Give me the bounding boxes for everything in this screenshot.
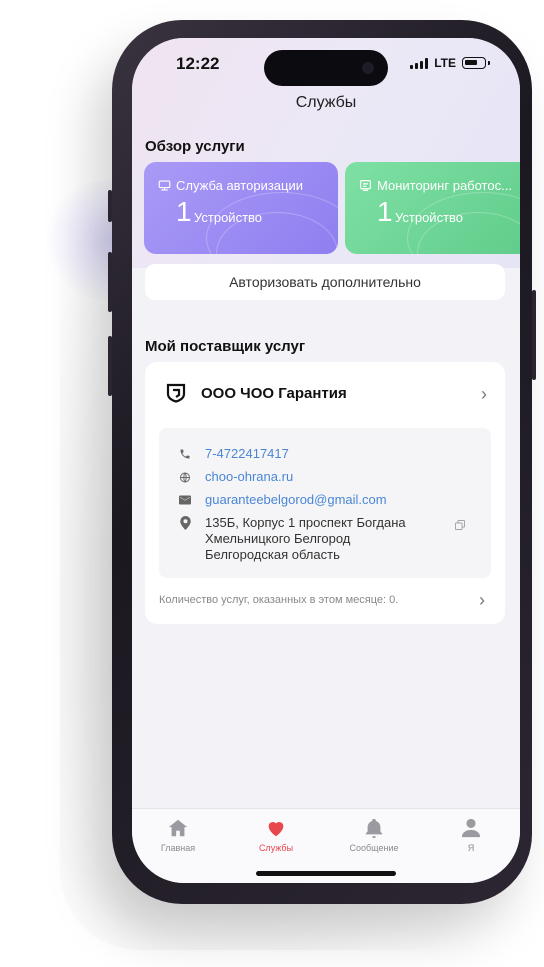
tab-services-label: Службы: [258, 843, 294, 853]
service-card-unit: Устройство: [194, 210, 263, 225]
contact-website[interactable]: choo-ohrana.ru: [205, 469, 293, 484]
contact-address-row: 135Б, Корпус 1 проспект Богдана Хмельниц…: [179, 515, 425, 563]
services-month-count: Количество услуг, оказанных в этом месяц…: [159, 594, 399, 606]
shield-logo-icon: [166, 383, 186, 403]
app-screen: 12:22 LTE Службы Обзор услуги Служба авт…: [132, 38, 520, 883]
power-button: [532, 290, 536, 380]
contact-phone-row[interactable]: 7-4722417417: [179, 446, 289, 461]
tab-profile[interactable]: Я: [431, 817, 511, 853]
volume-up-button: [108, 252, 112, 312]
authorize-more-button[interactable]: Авторизовать дополнительно: [145, 264, 505, 300]
service-card-authorization[interactable]: Служба авторизации 1 Устройство: [144, 162, 338, 254]
service-card-title: Служба авторизации: [176, 178, 303, 193]
contact-email-row[interactable]: guaranteebelgorod@gmail.com: [179, 492, 387, 507]
copy-icon[interactable]: [455, 520, 465, 530]
chevron-right-icon[interactable]: ›: [481, 384, 487, 405]
service-card-unit: Устройство: [395, 210, 464, 225]
home-icon: [168, 819, 188, 837]
camera-icon: [362, 62, 374, 74]
tab-messages[interactable]: Сообщение: [334, 817, 414, 853]
mail-icon: [179, 493, 191, 507]
users-icon: [158, 180, 171, 191]
provider-card: ООО ЧОО Гарантия › 7-4722417417 choo-ohr…: [145, 362, 505, 624]
service-card-header: Служба авторизации: [158, 178, 303, 193]
signal-icon: [410, 57, 429, 69]
tab-messages-label: Сообщение: [349, 843, 399, 853]
tab-home[interactable]: Главная: [138, 817, 218, 853]
service-card-monitoring[interactable]: Мониторинг работос... 1 Устройство: [345, 162, 520, 254]
contact-email[interactable]: guaranteebelgorod@gmail.com: [205, 492, 387, 507]
tab-services[interactable]: Службы: [236, 817, 316, 853]
contact-address: 135Б, Корпус 1 проспект Богдана Хмельниц…: [205, 515, 406, 562]
page-title: Службы: [295, 94, 357, 111]
provider-contacts: 7-4722417417 choo-ohrana.ru guaranteebel…: [159, 428, 491, 578]
network-label: LTE: [434, 56, 456, 70]
volume-down-button: [108, 336, 112, 396]
provider-name: ООО ЧОО Гарантия: [201, 384, 347, 402]
battery-cap: [488, 61, 490, 65]
phone-icon: [179, 447, 191, 461]
contact-phone[interactable]: 7-4722417417: [205, 446, 289, 461]
globe-icon: [179, 470, 191, 484]
tab-home-label: Главная: [160, 843, 196, 853]
heart-icon: [268, 822, 284, 837]
provider-header[interactable]: ООО ЧОО Гарантия: [165, 382, 347, 404]
mute-switch: [108, 190, 112, 222]
service-card-header: Мониторинг работос...: [359, 178, 512, 193]
service-card-count: 1: [176, 196, 192, 227]
bell-icon: [365, 818, 383, 839]
person-icon: [461, 818, 481, 838]
dynamic-island: [264, 50, 388, 86]
service-card-count: 1: [377, 196, 393, 227]
location-pin-icon: [179, 516, 191, 530]
overview-heading: Обзор услуги: [145, 138, 245, 155]
status-indicators: LTE: [410, 56, 490, 70]
status-time: 12:22: [176, 54, 220, 73]
provider-heading: Мой поставщик услуг: [145, 338, 306, 355]
tab-profile-label: Я: [467, 843, 475, 853]
monitor-icon: [360, 180, 371, 191]
home-indicator: [256, 871, 396, 876]
battery-icon: [462, 57, 486, 69]
chevron-right-icon[interactable]: ›: [479, 590, 485, 611]
contact-website-row[interactable]: choo-ohrana.ru: [179, 469, 293, 484]
service-card-title: Мониторинг работос...: [377, 178, 512, 193]
